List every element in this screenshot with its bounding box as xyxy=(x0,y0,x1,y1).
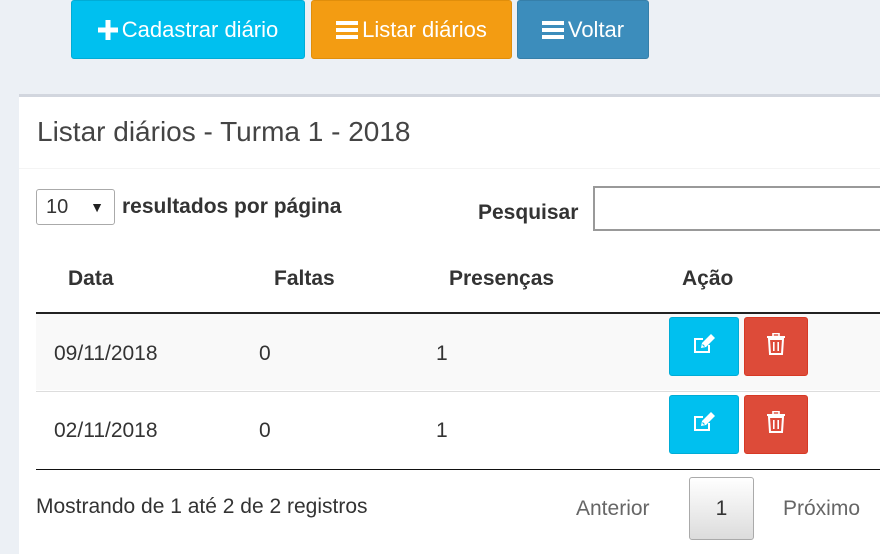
table-row: 02/11/2018 0 1 xyxy=(36,392,880,468)
table-row: 09/11/2018 0 1 xyxy=(36,314,880,390)
listar-diarios-label: Listar diários xyxy=(362,16,487,42)
trash-icon xyxy=(766,410,786,438)
table-info: Mostrando de 1 até 2 de 2 registros xyxy=(36,495,368,518)
listar-diarios-button[interactable]: Listar diários xyxy=(311,0,512,59)
edit-icon xyxy=(691,333,717,360)
edit-icon xyxy=(691,411,717,438)
column-header-faltas[interactable]: Faltas xyxy=(274,267,335,291)
cell-faltas: 0 xyxy=(259,419,271,442)
list-icon xyxy=(336,20,359,39)
cell-data: 02/11/2018 xyxy=(54,419,158,442)
box-divider xyxy=(19,168,880,169)
search-input[interactable] xyxy=(593,186,880,231)
diarios-box: Listar diários - Turma 1 - 2018 10 ▼ res… xyxy=(19,94,880,554)
pagination-previous[interactable]: Anterior xyxy=(576,497,650,521)
voltar-button[interactable]: Voltar xyxy=(517,0,649,59)
search-label: Pesquisar xyxy=(478,201,579,224)
cell-presencas: 1 xyxy=(436,342,448,365)
caret-down-icon: ▼ xyxy=(90,199,104,215)
list-icon xyxy=(541,20,564,39)
column-header-acao: Ação xyxy=(682,267,734,290)
delete-button[interactable] xyxy=(744,395,808,454)
edit-button[interactable] xyxy=(669,395,739,454)
cell-faltas: 0 xyxy=(259,342,271,365)
page-length-label: resultados por página xyxy=(122,195,342,218)
table-bottom-divider xyxy=(36,469,880,470)
delete-button[interactable] xyxy=(744,317,808,376)
pagination-page-1[interactable]: 1 xyxy=(689,477,754,540)
edit-button[interactable] xyxy=(669,317,739,376)
page-length-select[interactable]: 10 ▼ xyxy=(36,189,115,225)
column-header-data[interactable]: Data xyxy=(68,267,114,291)
cadastrar-diario-button[interactable]: Cadastrar diário xyxy=(71,0,305,59)
pagination-next[interactable]: Próximo xyxy=(783,497,860,521)
column-header-presencas[interactable]: Presenças xyxy=(449,267,554,291)
page-title: Listar diários - Turma 1 - 2018 xyxy=(37,116,411,147)
trash-icon xyxy=(766,332,786,360)
cell-data: 09/11/2018 xyxy=(54,342,158,365)
page-length-value: 10 xyxy=(46,195,69,218)
cell-presencas: 1 xyxy=(436,419,448,442)
plus-icon xyxy=(97,19,118,40)
voltar-label: Voltar xyxy=(567,16,625,42)
cadastrar-diario-label: Cadastrar diário xyxy=(121,16,279,42)
